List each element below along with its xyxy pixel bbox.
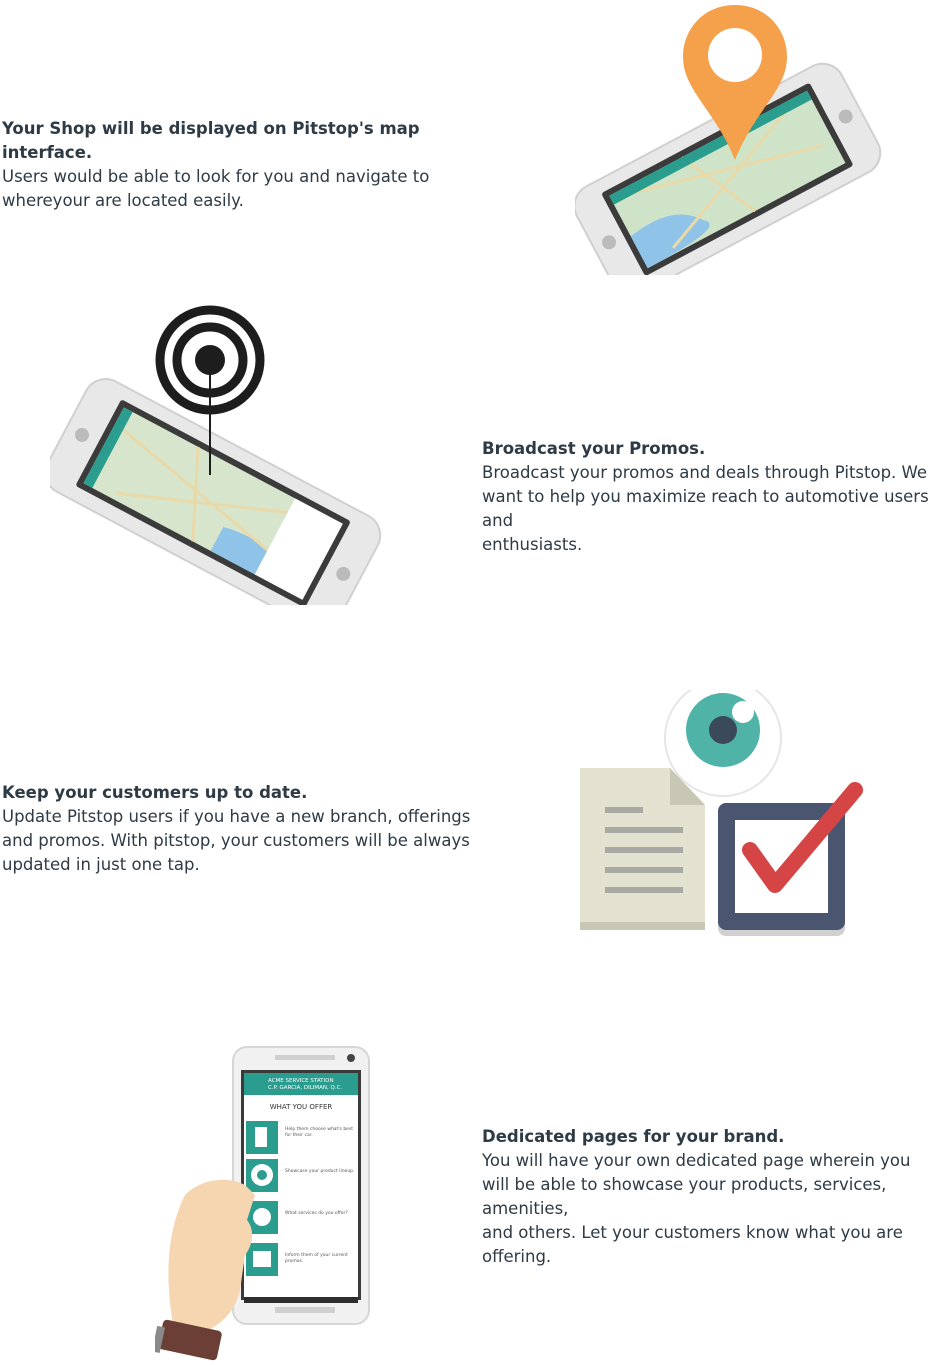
feature-body-line: You will have your own dedicated page wh… — [482, 1151, 911, 1170]
fuel-pump-icon — [255, 1127, 267, 1147]
feature-body-line: want to help you maximize reach to autom… — [482, 487, 929, 530]
feature-body-line: and others. Let your customers know what… — [482, 1223, 903, 1242]
feature-updates-text: Keep your customers up to date. Update P… — [2, 781, 472, 877]
document-icon — [580, 768, 705, 930]
feature-map-text: Your Shop will be displayed on Pitstop's… — [2, 117, 472, 213]
feature-body-line: Update Pitstop users if you have a new b… — [2, 807, 471, 826]
feature-body-line: enthusiasts. — [482, 535, 583, 554]
feature-body-line: and promos. With pitstop, your customers… — [2, 831, 470, 850]
eye-icon — [664, 690, 782, 797]
checkbox-icon — [718, 782, 863, 936]
hand-icon — [155, 1046, 370, 1361]
feature-body-line: whereyour are located easily. — [2, 191, 244, 210]
feature-body-line: offering. — [482, 1247, 552, 1266]
phone-map-pin-illustration — [575, 5, 882, 275]
service-wrench-icon — [253, 1208, 271, 1226]
feature-body-line: Broadcast your promos and deals through … — [482, 463, 928, 482]
document-eye-checkbox-illustration — [580, 690, 863, 936]
phone-shop-name: ACME SERVICE STATION — [268, 1078, 334, 1084]
phone-item-text: Help them choose what's best for their c… — [285, 1127, 354, 1138]
feature-body-line: Users would be able to look for you and … — [2, 167, 430, 186]
feature-heading: Dedicated pages for your brand. — [482, 1127, 785, 1146]
phone-item-text: Showcase your product lineup. — [285, 1169, 355, 1174]
phone-shop-address: C.P. GARCIA, DILIMAN, Q.C. — [268, 1085, 343, 1091]
feature-dedicated-pages-text: Dedicated pages for your brand. You will… — [482, 1125, 947, 1269]
feature-heading: Your Shop will be displayed on Pitstop's… — [2, 119, 420, 162]
hand-holding-phone-illustration: ACME SERVICE STATION C.P. GARCIA, DILIMA… — [155, 1045, 380, 1365]
feature-heading: Keep your customers up to date. — [2, 783, 308, 802]
battery-icon — [253, 1251, 271, 1267]
phone-broadcast-signal-illustration — [50, 305, 382, 605]
phone-shop-header: ACME SERVICE STATION C.P. GARCIA, DILIMA… — [268, 1078, 356, 1092]
feature-broadcast-text: Broadcast your Promos. Broadcast your pr… — [482, 437, 947, 557]
feature-body-line: will be able to showcase your products, … — [482, 1175, 887, 1218]
phone-item-text: What services do you offer? — [285, 1211, 348, 1216]
phone-section-title: WHAT YOU OFFER — [269, 1103, 333, 1111]
phone-item-text: Inform them of your current promos. — [285, 1253, 348, 1264]
feature-body-line: updated in just one tap. — [2, 855, 200, 874]
feature-heading: Broadcast your Promos. — [482, 439, 706, 458]
